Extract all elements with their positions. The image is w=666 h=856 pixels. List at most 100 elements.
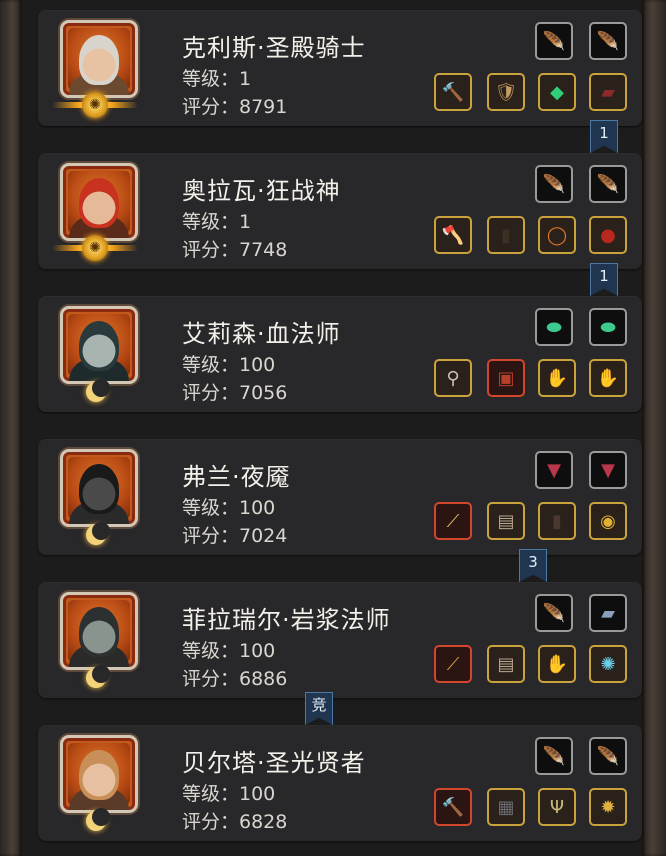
equipment-slot[interactable]: ▮	[487, 216, 525, 254]
equipment-slot[interactable]: ▼	[535, 451, 573, 489]
equipment-slot[interactable]: ▤	[487, 502, 525, 540]
rank-bookmark-badge: 竞	[305, 692, 333, 725]
equipment-slot[interactable]: ◉	[589, 502, 627, 540]
hammer-icon: 🔨	[441, 81, 465, 103]
feather-icon: 🪶	[542, 173, 566, 195]
hero-level: 等级：1	[182, 68, 252, 90]
hero-card[interactable]: 菲拉瑞尔·岩浆法师等级：100 评分：6886 🪶 ▰ ⟋ ▤ ✋ ✺	[38, 582, 642, 698]
gauntlet-icon: ✋	[596, 367, 620, 389]
feather-icon: 🪶	[542, 745, 566, 767]
hero-score: 评分：7024	[182, 525, 288, 547]
hero-portrait[interactable]	[60, 735, 138, 813]
cloak-icon: ▮	[552, 510, 562, 532]
equipment-slot[interactable]: 🛡	[487, 73, 525, 111]
tome-icon: ▰	[601, 602, 615, 624]
equipment-slot[interactable]: ◆	[538, 73, 576, 111]
equipment-slot[interactable]: ⬬	[535, 308, 573, 346]
gauntlet-icon: ✋	[545, 367, 569, 389]
equipment-slot[interactable]: ▰	[589, 594, 627, 632]
hero-name: 弗兰·夜魇	[182, 463, 291, 491]
portrait-face	[79, 35, 119, 85]
bracer-icon: ▼	[601, 459, 615, 481]
equipment-slot[interactable]: 🔨	[434, 788, 472, 826]
rank-bookmark-badge: 1	[590, 263, 618, 296]
hero-card[interactable]: 艾莉森·血法师 等级：100 评分：7056 ⬬ ⬬ ⚲ ▣ ✋ ✋	[38, 296, 642, 412]
equipment-slot[interactable]: 🪶	[535, 594, 573, 632]
crystal-orb-icon: ✺	[600, 653, 616, 675]
hero-score: 评分：6886	[182, 668, 288, 690]
moon-emblem-icon	[86, 379, 110, 402]
equipment-slot[interactable]: ▦	[487, 788, 525, 826]
equipment-slot[interactable]: 🪶	[589, 165, 627, 203]
hero-card[interactable]: 弗兰·夜魇等级：100 评分：7024 ▼ ▼ ⟋ ▤ ▮ ◉	[38, 439, 642, 555]
hero-level: 等级：100	[182, 497, 276, 519]
hero-level: 等级：100	[182, 354, 276, 376]
vest-icon: ▤	[497, 653, 515, 675]
equipment-slot[interactable]: 🔨	[434, 73, 472, 111]
equipment-slot[interactable]: ✺	[589, 645, 627, 683]
hero-card[interactable]: 贝尔塔·圣光贤者 等级：100 评分：6828 🪶 🪶 🔨 ▦ Ψ ✹	[38, 725, 642, 841]
medallion-icon: ✹	[600, 796, 616, 818]
robe-icon: ▮	[501, 224, 511, 246]
armor-icon: 🛡	[494, 81, 518, 103]
equipment-slot[interactable]: ▤	[487, 645, 525, 683]
equipment-slot[interactable]: 🪶	[535, 165, 573, 203]
hero-portrait[interactable]	[60, 20, 138, 98]
hero-ranking-list: ✺ 克利斯·圣殿骑士 等级：1 评分：8791 🪶 🪶 🔨 🛡 ◆ ▰ 1 ✺ 奥拉瓦·狂战神 等级：1 评…	[22, 0, 642, 856]
hero-score: 评分：8791	[182, 96, 288, 118]
hero-name: 菲拉瑞尔·岩浆法师	[182, 606, 391, 634]
hero-level: 等级：100	[182, 640, 276, 662]
equipment-slot[interactable]: 🪶	[535, 22, 573, 60]
vest-icon: ▤	[497, 510, 515, 532]
moon-emblem-icon	[86, 665, 110, 688]
equipment-slot[interactable]: ✋	[538, 359, 576, 397]
hero-card[interactable]: ✺ 奥拉瓦·狂战神 等级：1 评分：7748 🪶 🪶 🪓 ▮ ◯ ●	[38, 153, 642, 269]
rank-bookmark-badge: 1	[590, 120, 618, 153]
equipment-slot[interactable]: ✋	[589, 359, 627, 397]
portrait-face	[79, 750, 119, 800]
equipment-slot[interactable]: ◯	[538, 216, 576, 254]
rank-bookmark-badge: 3	[519, 549, 547, 582]
equipment-slot[interactable]: ▮	[538, 502, 576, 540]
portrait-face	[79, 178, 119, 228]
portrait-face	[79, 607, 119, 657]
boots-icon: ▰	[601, 81, 615, 103]
feather-icon: 🪶	[596, 745, 620, 767]
feather-icon: 🪶	[542, 30, 566, 52]
jade-icon: ⬬	[600, 316, 616, 338]
left-frame-border	[0, 0, 22, 856]
equipment-slot[interactable]: ▣	[487, 359, 525, 397]
staff-icon: ⚲	[446, 367, 460, 389]
sun-emblem-icon: ✺	[82, 92, 108, 118]
hero-portrait[interactable]	[60, 163, 138, 241]
wand-icon: ⟋	[446, 653, 460, 675]
equipment-slot[interactable]: ✹	[589, 788, 627, 826]
hero-portrait[interactable]	[60, 592, 138, 670]
gauntlet-icon: ✋	[545, 653, 569, 675]
hero-score: 评分：7056	[182, 382, 288, 404]
equipment-slot[interactable]: ⟋	[434, 502, 472, 540]
armor-icon: ▦	[497, 796, 515, 818]
equipment-slot[interactable]: Ψ	[538, 788, 576, 826]
hero-score: 评分：6828	[182, 811, 288, 833]
hero-level: 等级：1	[182, 211, 252, 233]
portrait-face	[79, 464, 119, 514]
equipment-slot[interactable]: ⚲	[434, 359, 472, 397]
equipment-slot[interactable]: ●	[589, 216, 627, 254]
equipment-slot[interactable]: 🪓	[434, 216, 472, 254]
emerald-icon: ◆	[550, 81, 564, 103]
equipment-slot[interactable]: 🪶	[589, 22, 627, 60]
hero-portrait[interactable]	[60, 306, 138, 384]
hero-card[interactable]: ✺ 克利斯·圣殿骑士等级：1 评分：8791 🪶 🪶 🔨 🛡 ◆ ▰	[38, 10, 642, 126]
equipment-slot[interactable]: ✋	[538, 645, 576, 683]
equipment-slot[interactable]: ⬬	[589, 308, 627, 346]
ring-icon: ◯	[546, 224, 568, 246]
equipment-slot[interactable]: ▼	[589, 451, 627, 489]
equipment-slot[interactable]: ⟋	[434, 645, 472, 683]
feather-icon: 🪶	[596, 173, 620, 195]
hero-name: 克利斯·圣殿骑士	[182, 34, 366, 62]
equipment-slot[interactable]: 🪶	[535, 737, 573, 775]
equipment-slot[interactable]: ▰	[589, 73, 627, 111]
equipment-slot[interactable]: 🪶	[589, 737, 627, 775]
hero-portrait[interactable]	[60, 449, 138, 527]
